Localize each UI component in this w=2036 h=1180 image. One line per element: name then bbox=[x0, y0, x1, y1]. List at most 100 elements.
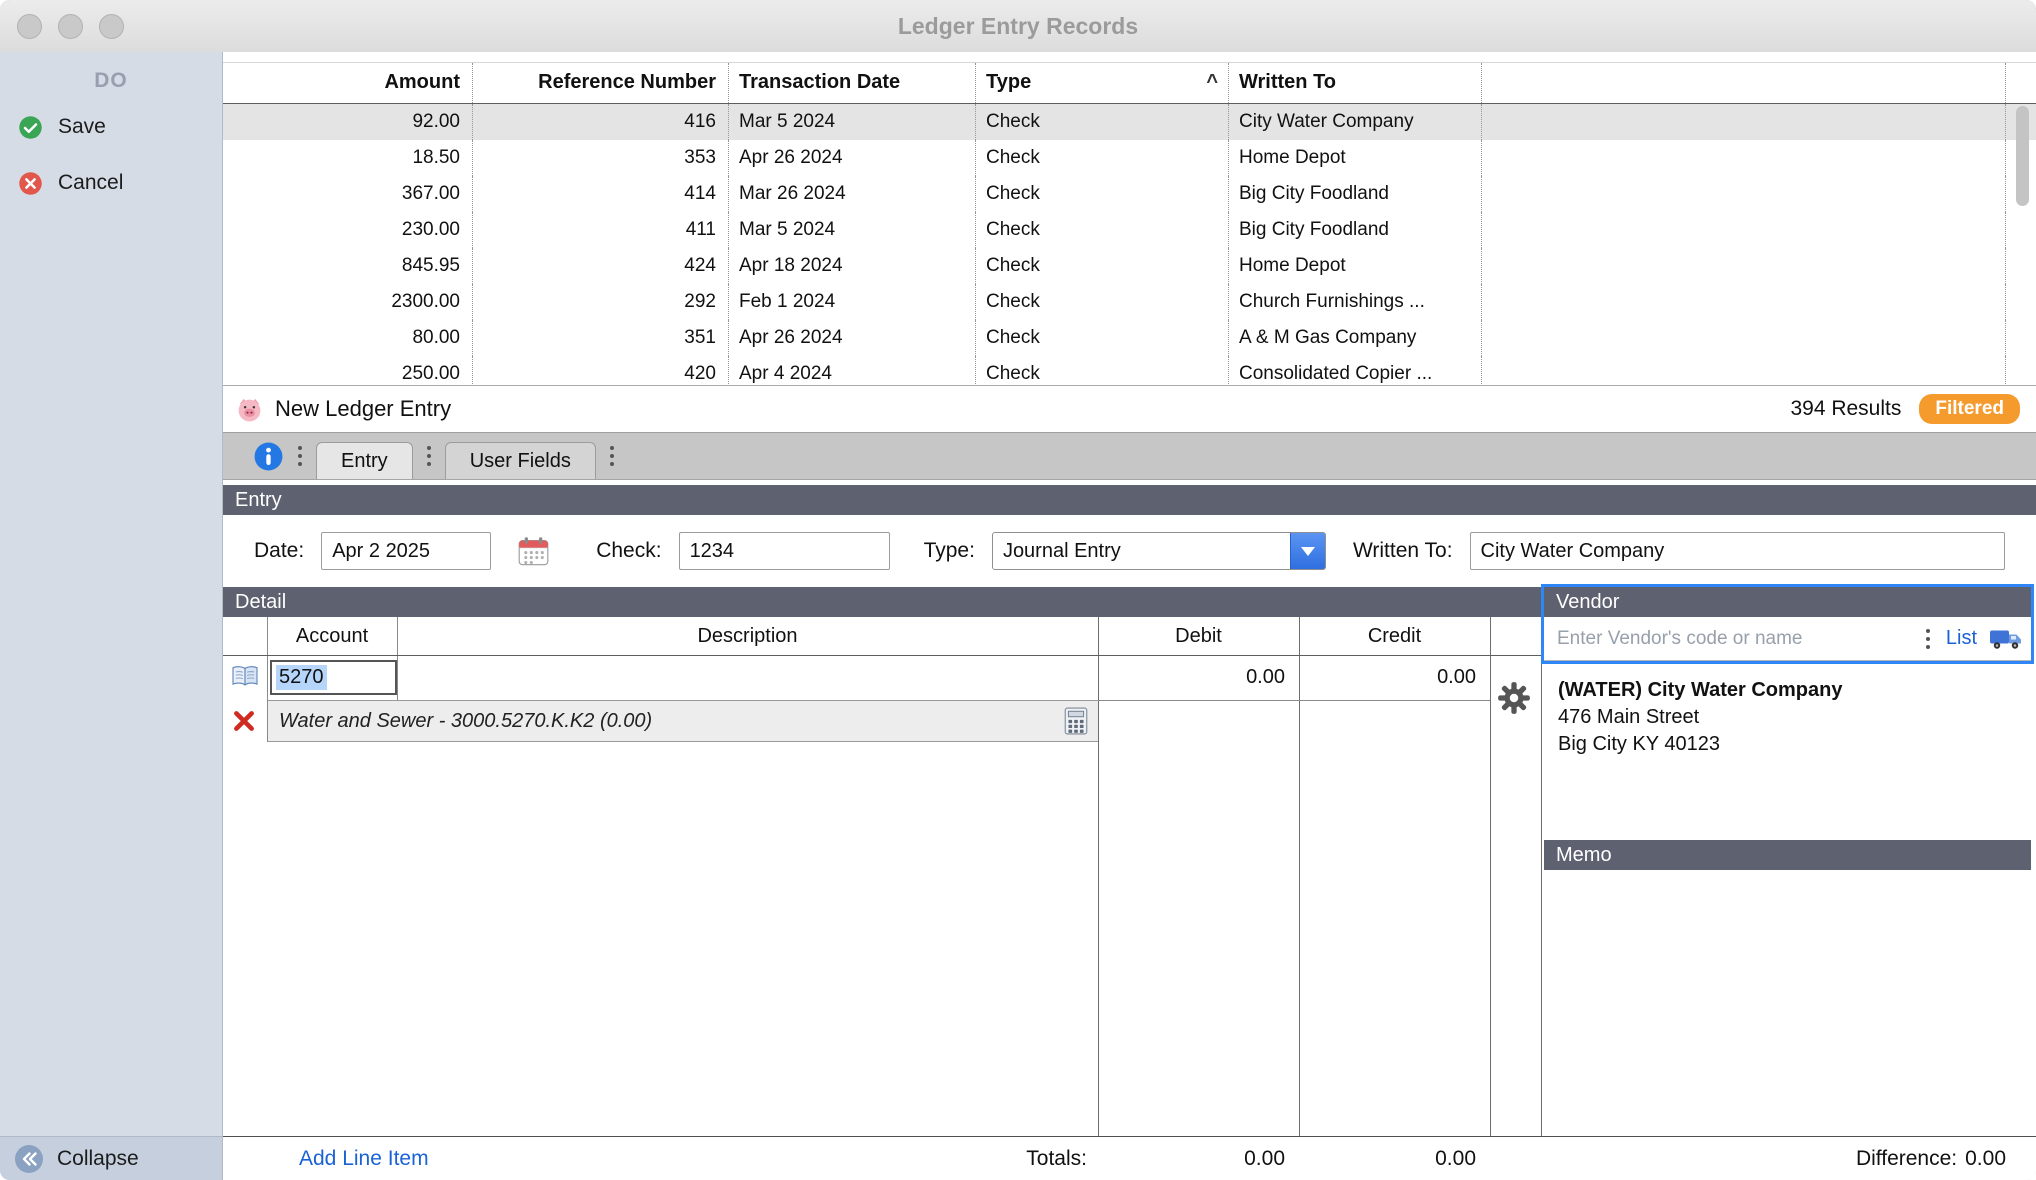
drag-handle-icon[interactable] bbox=[1925, 628, 1930, 649]
detail-column-description: Description bbox=[697, 625, 798, 647]
column-header-amount[interactable]: Amount bbox=[223, 63, 473, 103]
table-row[interactable]: 80.00 351 Apr 26 2024 Check A & M Gas Co… bbox=[223, 320, 2036, 356]
window-title: Ledger Entry Records bbox=[897, 13, 1139, 39]
memo-input[interactable] bbox=[1544, 870, 2031, 1136]
tab-entry[interactable]: Entry bbox=[316, 442, 413, 479]
vendor-address-line1: 476 Main Street bbox=[1558, 706, 1700, 728]
cell-type: Check bbox=[976, 284, 1229, 320]
column-header-transaction-date[interactable]: Transaction Date bbox=[729, 63, 976, 103]
cell-reference-number: 351 bbox=[473, 320, 729, 356]
cell-transaction-date: Mar 26 2024 bbox=[729, 176, 976, 212]
vendor-panel: Vendor List (WATER) City Water Company 4… bbox=[1541, 584, 2034, 1136]
grid-line bbox=[1541, 617, 1542, 1180]
table-row[interactable]: 230.00 411 Mar 5 2024 Check Big City Foo… bbox=[223, 212, 2036, 248]
column-header-type-label: Type bbox=[986, 71, 1032, 93]
gear-icon[interactable] bbox=[1496, 680, 1532, 716]
save-button-label: Save bbox=[58, 115, 106, 138]
credit-cell[interactable]: 0.00 bbox=[1299, 655, 1476, 700]
info-icon[interactable] bbox=[253, 441, 284, 472]
tab-user-fields[interactable]: User Fields bbox=[444, 442, 596, 479]
grid-line bbox=[397, 617, 398, 700]
account-description-hint: Water and Sewer - 3000.5270.K.K2 (0.00) bbox=[267, 700, 1098, 742]
drag-handle-icon[interactable] bbox=[609, 446, 614, 466]
check-field-group: Check: bbox=[596, 532, 890, 570]
date-field-group: Date: bbox=[254, 532, 550, 570]
grid-line bbox=[1299, 617, 1300, 1180]
detail-column-debit: Debit bbox=[1175, 625, 1222, 647]
column-header-reference-number[interactable]: Reference Number bbox=[473, 63, 729, 103]
cell-filler bbox=[1482, 320, 2006, 356]
cell-transaction-date: Apr 4 2024 bbox=[729, 356, 976, 385]
add-line-item-button[interactable]: Add Line Item bbox=[299, 1137, 429, 1180]
ledger-table-body: 92.00 416 Mar 5 2024 Check City Water Co… bbox=[223, 104, 2036, 385]
difference-label: Difference: bbox=[1855, 1147, 1958, 1170]
delete-line-icon[interactable] bbox=[232, 709, 256, 733]
cell-reference-number: 292 bbox=[473, 284, 729, 320]
totals-label: Totals: bbox=[1026, 1147, 1087, 1170]
status-bar: New Ledger Entry 394 Results Filtered bbox=[223, 385, 2036, 433]
table-row[interactable]: 18.50 353 Apr 26 2024 Check Home Depot bbox=[223, 140, 2036, 176]
filtered-badge[interactable]: Filtered bbox=[1919, 394, 2020, 424]
type-select[interactable]: Journal Entry bbox=[991, 532, 1326, 570]
pig-icon bbox=[236, 396, 263, 423]
scrollbar-thumb[interactable] bbox=[2016, 106, 2029, 206]
cell-reference-number: 424 bbox=[473, 248, 729, 284]
ledger-table: Amount Reference Number Transaction Date… bbox=[223, 62, 2036, 385]
date-input[interactable] bbox=[321, 532, 492, 570]
table-row[interactable]: 367.00 414 Mar 26 2024 Check Big City Fo… bbox=[223, 176, 2036, 212]
table-scrollbar[interactable] bbox=[2016, 106, 2029, 376]
ledger-line-icon[interactable] bbox=[230, 664, 260, 688]
titlebar: Ledger Entry Records bbox=[0, 0, 2036, 53]
cell-type: Check bbox=[976, 248, 1229, 284]
save-icon bbox=[18, 115, 43, 140]
cell-filler bbox=[1482, 212, 2006, 248]
cancel-button[interactable]: Cancel bbox=[0, 161, 222, 205]
dropdown-icon[interactable] bbox=[1289, 533, 1325, 569]
debit-cell[interactable]: 0.00 bbox=[1098, 655, 1285, 700]
detail-column-account: Account bbox=[295, 625, 369, 647]
collapse-icon bbox=[14, 1144, 44, 1174]
vendor-section-header: Vendor bbox=[1544, 587, 2031, 617]
detail-grid-header: Account Description Debit Credit bbox=[223, 617, 1541, 655]
table-row[interactable]: 250.00 420 Apr 4 2024 Check Consolidated… bbox=[223, 356, 2036, 385]
cell-written-to: A & M Gas Company bbox=[1229, 320, 1482, 356]
type-field-group: Type: Journal Entry bbox=[924, 532, 1326, 570]
column-header-type[interactable]: Type ^ bbox=[976, 63, 1229, 103]
truck-icon[interactable] bbox=[1989, 627, 2023, 650]
cell-written-to: Consolidated Copier ... bbox=[1229, 356, 1482, 385]
cell-amount: 18.50 bbox=[223, 140, 473, 176]
table-row[interactable]: 2300.00 292 Feb 1 2024 Check Church Furn… bbox=[223, 284, 2036, 320]
written-to-label: Written To: bbox=[1352, 539, 1453, 562]
cell-written-to: Big City Foodland bbox=[1229, 176, 1482, 212]
vendor-list-link[interactable]: List bbox=[1946, 627, 1977, 650]
collapse-button[interactable]: Collapse bbox=[0, 1136, 222, 1180]
vendor-search-input[interactable] bbox=[1555, 626, 1912, 651]
written-to-field-group: Written To: bbox=[1353, 532, 2005, 570]
account-input[interactable]: 5270 bbox=[270, 660, 397, 695]
cell-type: Check bbox=[976, 320, 1229, 356]
cell-type: Check bbox=[976, 356, 1229, 385]
column-header-written-to[interactable]: Written To bbox=[1229, 63, 1482, 103]
table-row[interactable]: 845.95 424 Apr 18 2024 Check Home Depot bbox=[223, 248, 2036, 284]
date-label: Date: bbox=[254, 539, 305, 562]
drag-handle-icon[interactable] bbox=[426, 446, 431, 466]
written-to-input[interactable] bbox=[1469, 532, 2005, 570]
vendor-name: (WATER) City Water Company bbox=[1558, 679, 1843, 701]
cell-reference-number: 416 bbox=[473, 104, 729, 140]
detail-column-credit: Credit bbox=[1367, 625, 1422, 647]
cell-amount: 230.00 bbox=[223, 212, 473, 248]
cancel-button-label: Cancel bbox=[58, 171, 124, 194]
check-number-input[interactable] bbox=[678, 532, 890, 570]
calendar-icon[interactable] bbox=[517, 535, 550, 568]
cell-filler bbox=[1482, 104, 2006, 140]
detail-section-header: Detail bbox=[223, 587, 1541, 617]
cell-written-to: Home Depot bbox=[1229, 248, 1482, 284]
save-button[interactable]: Save bbox=[0, 105, 222, 149]
status-title: New Ledger Entry bbox=[275, 396, 452, 421]
cell-amount: 92.00 bbox=[223, 104, 473, 140]
drag-handle-icon[interactable] bbox=[298, 446, 302, 466]
sort-icon: ^ bbox=[1206, 71, 1218, 93]
calculator-icon[interactable] bbox=[1064, 707, 1088, 735]
table-row[interactable]: 92.00 416 Mar 5 2024 Check City Water Co… bbox=[223, 104, 2036, 140]
memo-section-header: Memo bbox=[1544, 840, 2031, 870]
